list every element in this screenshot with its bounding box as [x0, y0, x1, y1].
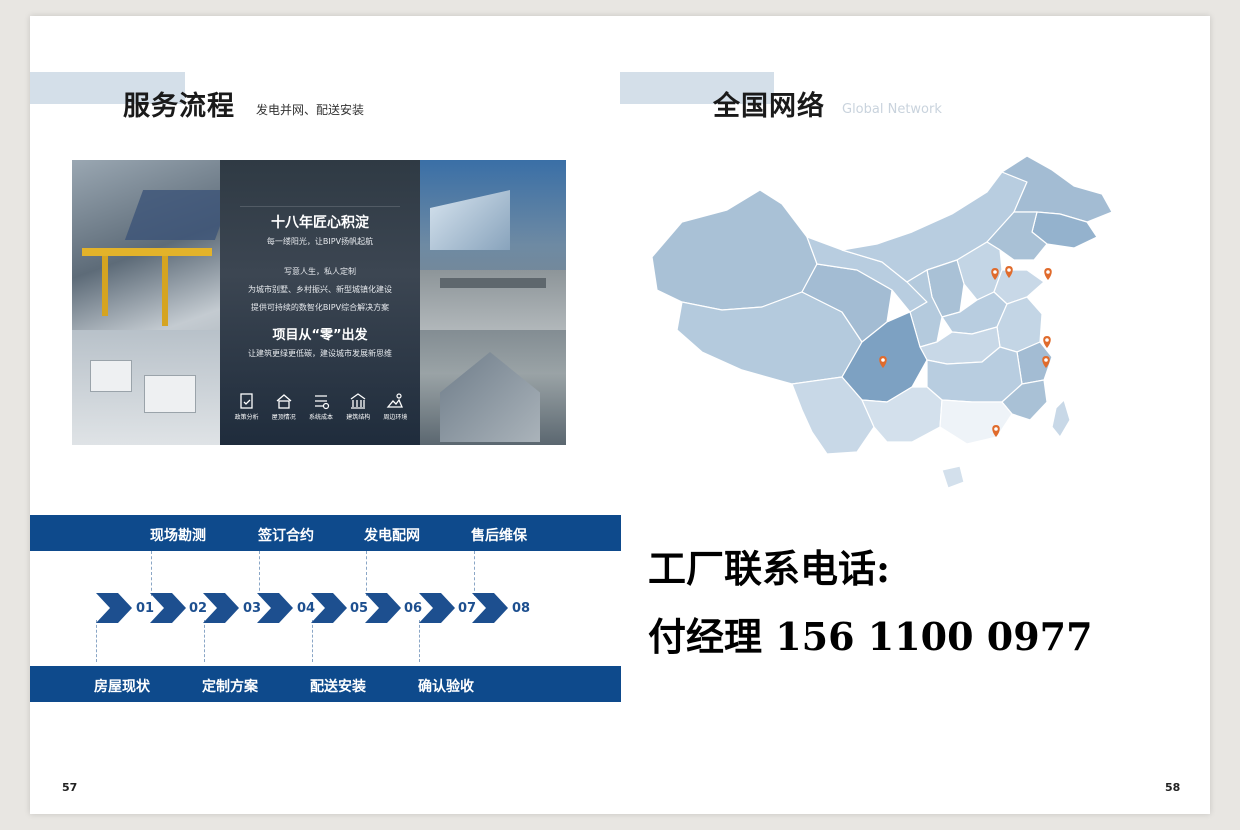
cost-list-icon [315, 395, 330, 410]
region-xinjiang [651, 189, 818, 311]
step-label-delivery-install: 配送安装 [310, 679, 366, 695]
chevron-arrow-icon [96, 593, 132, 623]
page-title-right: 全国网络 [713, 91, 825, 122]
connector-line [96, 620, 97, 662]
step-label-house-status: 房屋现状 [94, 679, 150, 695]
photo-collage: 十八年匠心积淀 每一缕阳光，让BIPV扬帆起航 写意人生，私人定制 为城市别墅、… [72, 160, 566, 445]
factory-contact-heading: 工厂联系电话: [648, 546, 891, 591]
connector-line [204, 620, 205, 662]
step-number: 08 [512, 601, 531, 616]
roof-icon [276, 394, 292, 409]
chevron-arrow-icon [150, 593, 186, 623]
step-label-acceptance: 确认验收 [418, 679, 474, 695]
chevron-arrow-icon [419, 593, 455, 623]
page-number-left: 57 [62, 781, 78, 794]
location-pin-icon [1044, 268, 1052, 280]
step-label-site-survey: 现场勘测 [150, 528, 206, 544]
page-number-right: 58 [1165, 781, 1181, 794]
architecture-photo [420, 160, 566, 445]
brochure-spread: 服务流程 发电并网、配送安装 十八年匠心积淀 每一缕阳光，让BIPV扬帆起航 写… [30, 16, 1210, 814]
page-subtitle-right: Global Network [842, 102, 942, 117]
building-icon [350, 393, 366, 409]
chevron-arrow-icon [203, 593, 239, 623]
collage-line-4: 让建筑更绿更低碳，建设城市发展新思维 [248, 349, 392, 358]
building-structure-item: 建筑结构 [340, 392, 377, 421]
connector-line [259, 551, 260, 596]
collage-icon-row: 政策分析 屋顶情况 系统成本 建筑结构 周边环境 [228, 392, 414, 421]
step-label-sign-contract: 签订合约 [258, 528, 314, 544]
connector-line [151, 551, 152, 596]
region-guangdong [939, 399, 1013, 445]
policy-analysis-item: 政策分析 [228, 392, 265, 421]
chevron-arrow-icon [311, 593, 347, 623]
location-pin-icon [1043, 336, 1051, 348]
surrounding-env-item: 周边环境 [377, 392, 414, 421]
chevron-arrow-icon [365, 593, 401, 623]
environment-icon [387, 393, 404, 408]
step-label-after-sales: 售后维保 [471, 528, 527, 544]
process-top-bar [30, 515, 621, 551]
contact-manager-phone: 付经理 156 1100 0977 [648, 614, 1093, 659]
step-label-custom-plan: 定制方案 [202, 679, 258, 695]
region-hainan [941, 465, 965, 489]
step-label-grid-connection: 发电配网 [364, 528, 420, 544]
region-taiwan [1051, 399, 1071, 438]
page-title-left: 服务流程 [123, 91, 235, 122]
collage-line-3: 提供可持续的数智化BIPV综合解决方案 [250, 303, 390, 312]
collage-headline: 十八年匠心积淀 [271, 215, 369, 231]
roof-status-item: 屋顶情况 [265, 392, 302, 421]
connector-line [312, 620, 313, 662]
chevron-arrow-icon [257, 593, 293, 623]
connector-line [366, 551, 367, 596]
chevron-arrow-icon [472, 593, 508, 623]
china-network-map [651, 155, 1113, 489]
system-cost-item: 系统成本 [302, 392, 339, 421]
collage-line-1: 写意人生，私人定制 [284, 267, 356, 276]
factory-photo [72, 160, 234, 445]
connector-line [474, 551, 475, 596]
collage-tagline: 每一缕阳光，让BIPV扬帆起航 [266, 237, 374, 246]
collage-headline-2: 项目从“零”出发 [272, 328, 368, 343]
page-subtitle-left: 发电并网、配送安装 [256, 103, 365, 117]
collage-line-2: 为城市别墅、乡村振兴、新型城镇化建设 [248, 285, 392, 294]
document-check-icon [239, 393, 253, 409]
connector-line [419, 620, 420, 662]
